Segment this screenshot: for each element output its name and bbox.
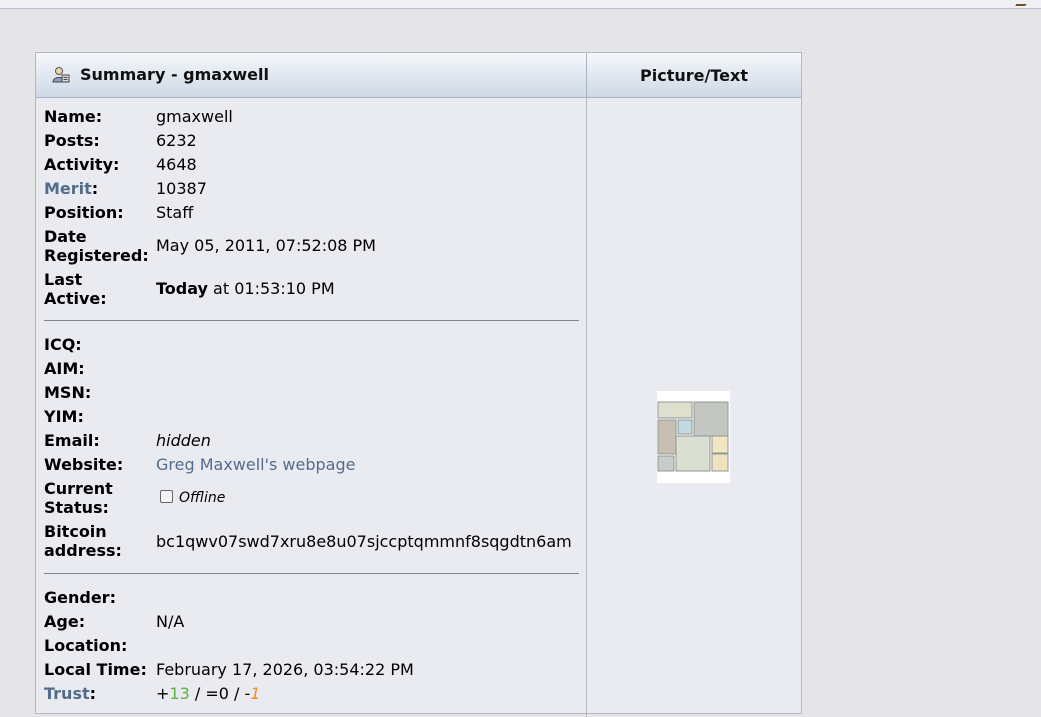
location-label: Location: (44, 636, 128, 655)
bitcoin-label-line2: address: (44, 541, 122, 560)
merit-link[interactable]: Merit (44, 179, 92, 198)
posts-value: 6232 (156, 131, 197, 150)
posts-label: Posts: (44, 131, 100, 150)
msn-label: MSN: (44, 383, 92, 402)
trust-link[interactable]: Trust (44, 684, 90, 703)
status-label: Current Status: (44, 479, 154, 517)
profile-panel: Summary - gmaxwell Picture/Text Name: gm… (35, 52, 802, 717)
position-value: Staff (156, 203, 194, 222)
bitcoin-label-line1: Bitcoin (44, 522, 107, 541)
merit-value: 10387 (156, 179, 207, 198)
column-divider (586, 97, 587, 717)
date-registered-label-line1: Date (44, 227, 87, 246)
trust-label: Trust: (44, 684, 154, 703)
trust-negative: 1 (250, 684, 261, 703)
user-avatar (657, 391, 730, 483)
trust-positive: 13 (169, 684, 190, 703)
status-label-line2: Status: (44, 498, 109, 517)
date-registered-label: Date Registered: (44, 227, 154, 265)
last-active-value: Today at 01:53:10 PM (156, 279, 335, 298)
icq-label: ICQ: (44, 335, 82, 354)
offline-status-icon (160, 490, 173, 503)
corner-mark-icon (1015, 0, 1029, 6)
website-link[interactable]: Greg Maxwell's webpage (156, 455, 355, 474)
divider-1 (44, 320, 579, 321)
name-value: gmaxwell (156, 107, 233, 126)
avatar-image (657, 391, 730, 483)
trust-neutral: / =0 / - (189, 684, 251, 703)
trust-colon: : (89, 684, 97, 703)
summary-header: Summary - gmaxwell (36, 53, 587, 97)
name-label: Name: (44, 107, 103, 126)
merit-colon: : (91, 179, 99, 198)
last-active-label-line2: Active: (44, 289, 107, 308)
divider-2 (44, 573, 579, 574)
picture-text-header: Picture/Text (640, 66, 748, 85)
local-time-value: February 17, 2026, 03:54:22 PM (156, 660, 414, 679)
aim-label: AIM: (44, 359, 85, 378)
email-label: Email: (44, 431, 100, 450)
merit-label: Merit: (44, 179, 154, 198)
user-summary-icon (52, 67, 70, 83)
local-time-label: Local Time: (44, 660, 147, 679)
bitcoin-label: Bitcoin address: (44, 522, 154, 560)
last-active-time: at 01:53:10 PM (207, 279, 335, 298)
top-bar (0, 0, 1041, 9)
bitcoin-address: bc1qwv07swd7xru8e8u07sjccptqmmnf8sqgdtn6… (156, 532, 572, 551)
summary-title: Summary - gmaxwell (80, 65, 269, 84)
last-active-day: Today (156, 279, 208, 298)
position-label: Position: (44, 203, 124, 222)
trust-value: +13 / =0 / -1 (156, 684, 260, 703)
trust-plus: + (156, 684, 170, 703)
email-value: hidden (156, 431, 211, 450)
panel-header: Summary - gmaxwell Picture/Text (36, 53, 801, 98)
last-active-label-line1: Last (44, 270, 83, 289)
activity-label: Activity: (44, 155, 120, 174)
status-label-line1: Current (44, 479, 113, 498)
age-value: N/A (156, 612, 185, 631)
age-label: Age: (44, 612, 86, 631)
website-label: Website: (44, 455, 124, 474)
status-text: Offline (179, 490, 226, 506)
gender-label: Gender: (44, 588, 116, 607)
last-active-label: Last Active: (44, 270, 154, 308)
status-value: Offline (156, 489, 225, 508)
activity-value: 4648 (156, 155, 197, 174)
yim-label: YIM: (44, 407, 84, 426)
date-registered-value: May 05, 2011, 07:52:08 PM (156, 236, 376, 255)
date-registered-label-line2: Registered: (44, 246, 149, 265)
